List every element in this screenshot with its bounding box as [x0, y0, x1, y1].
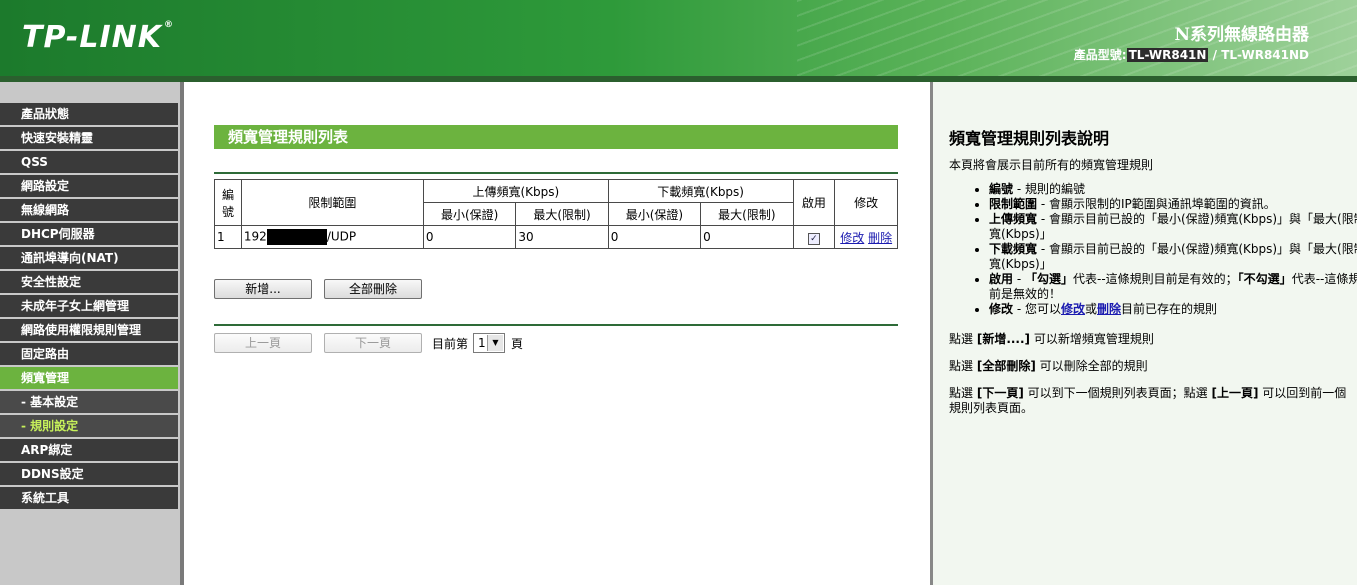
help-delete-all-note: 點選 [全部刪除] 可以刪除全部的規則 [949, 359, 1148, 373]
page-prefix-label: 目前第 [432, 337, 469, 351]
bottom-divider [214, 324, 898, 326]
cell-down-min: 0 [607, 225, 702, 249]
enable-checkbox[interactable]: ✓ [807, 232, 820, 245]
sidebar-item-arp-binding[interactable]: ARP綁定 [0, 439, 178, 461]
help-modify-link[interactable]: 修改 [1061, 302, 1085, 316]
col-header-down-min: 最小(保證) [607, 202, 702, 226]
next-page-button[interactable]: 下一頁 [324, 333, 422, 353]
cell-up-max: 30 [515, 225, 609, 249]
main-content: 頻寬管理規則列表 編號 限制範圍 上傳頻寬(Kbps) 下載頻寬(Kbps) 啟… [184, 82, 930, 585]
page-title: 頻寬管理規則列表 [214, 125, 898, 149]
page-select[interactable]: 1 ▼ [473, 333, 505, 353]
cell-down-max: 0 [700, 225, 794, 249]
table-row: 1 192/UDP 0 30 0 0 ✓ 修改 刪除 [214, 225, 898, 249]
col-header-upload: 上傳頻寬(Kbps) [422, 179, 609, 203]
col-header-download: 下載頻寬(Kbps) [607, 179, 794, 203]
help-intro: 本頁將會展示目前所有的頻寬管理規則 [949, 158, 1154, 172]
help-pager-note: 點選 [下一頁] 可以到下一個規則列表頁面；點選 [上一頁] 可以回到前一個規則… [949, 386, 1347, 415]
help-item-download: 下載頻寬 - 會顯示目前已設的「最小(保證)頻寬(Kbps)」與「最大(限制)頻… [989, 242, 1357, 272]
help-item-enable: 啟用 - 「勾選」代表--這條規則目前是有效的；「不勾選」代表--這條規則目前是… [989, 272, 1357, 302]
cell-modify: 修改 刪除 [834, 225, 898, 249]
help-panel: 頻寬管理規則列表說明 本頁將會展示目前所有的頻寬管理規則 編號 - 規則的編號 … [933, 82, 1357, 585]
sidebar-item-parental-control[interactable]: 未成年子女上網管理 [0, 295, 178, 317]
sidebar-item-bandwidth-control[interactable]: 頻寬管理 [0, 367, 178, 389]
prev-page-button[interactable]: 上一頁 [214, 333, 312, 353]
header-banner: TP-LINK ® N系列無線路由器 產品型號: TL-WR841N / TL-WR… [0, 0, 1357, 76]
sidebar-menu: 產品狀態 快速安裝精靈 QSS 網路設定 無線網路 DHCP伺服器 通訊埠導向(… [0, 103, 178, 511]
chevron-down-icon: ▼ [487, 335, 503, 351]
col-header-up-min: 最小(保證) [422, 202, 517, 226]
col-header-enable: 啟用 [792, 179, 836, 226]
help-item-upload: 上傳頻寬 - 會顯示目前已設的「最小(保證)頻寬(Kbps)」與「最大(限制)頻… [989, 212, 1357, 242]
sidebar-item-quick-setup[interactable]: 快速安裝精靈 [0, 127, 178, 149]
sidebar-item-dhcp[interactable]: DHCP伺服器 [0, 223, 178, 245]
cell-enable: ✓ [792, 225, 836, 249]
sidebar-item-basic-settings[interactable]: - 基本設定 [0, 391, 178, 413]
sidebar-item-rule-settings[interactable]: - 規則設定 [0, 415, 178, 437]
sidebar-item-qss[interactable]: QSS [0, 151, 178, 173]
help-add-note: 點選 [新增....] 可以新增頻寬管理規則 [949, 332, 1154, 346]
table-header-row: 編號 限制範圍 上傳頻寬(Kbps) 下載頻寬(Kbps) 啟用 修改 [214, 179, 898, 226]
sidebar-item-system-tools[interactable]: 系統工具 [0, 487, 178, 509]
sidebar-item-security[interactable]: 安全性設定 [0, 271, 178, 293]
col-header-modify: 修改 [834, 179, 898, 226]
delete-link[interactable]: 刪除 [868, 231, 892, 245]
col-header-up-max: 最大(限制) [515, 202, 609, 226]
help-item-range: 限制範圍 - 會顯示限制的IP範圍與通訊埠範圍的資訊。 [989, 197, 1357, 212]
help-item-no: 編號 - 規則的編號 [989, 182, 1357, 197]
sidebar-item-network[interactable]: 網路設定 [0, 175, 178, 197]
sidebar-item-access-control[interactable]: 網路使用權限規則管理 [0, 319, 178, 341]
sidebar-item-static-routing[interactable]: 固定路由 [0, 343, 178, 365]
help-item-modify: 修改 - 您可以修改或刪除目前已存在的規則 [989, 302, 1357, 317]
col-header-down-max: 最大(限制) [700, 202, 794, 226]
col-header-no: 編號 [214, 179, 242, 226]
top-divider [214, 172, 898, 174]
sidebar-item-wireless[interactable]: 無線網路 [0, 199, 178, 221]
page-suffix-label: 頁 [511, 337, 524, 351]
cell-no: 1 [214, 225, 242, 249]
sidebar-item-nat[interactable]: 通訊埠導向(NAT) [0, 247, 178, 269]
cell-range: 192/UDP [240, 225, 424, 249]
add-button[interactable]: 新增... [214, 279, 312, 299]
cell-up-min: 0 [422, 225, 517, 249]
help-list: 編號 - 規則的編號 限制範圍 - 會顯示限制的IP範圍與通訊埠範圍的資訊。 上… [949, 182, 1357, 317]
tp-link-logo: TP-LINK ® [22, 20, 175, 55]
col-header-range: 限制範圍 [240, 179, 424, 226]
sidebar-item-ddns[interactable]: DDNS設定 [0, 463, 178, 485]
redacted-block [266, 229, 327, 245]
rules-table: 編號 限制範圍 上傳頻寬(Kbps) 下載頻寬(Kbps) 啟用 修改 最小(保… [214, 179, 898, 249]
help-delete-link[interactable]: 刪除 [1097, 302, 1121, 316]
help-title: 頻寬管理規則列表說明 [949, 129, 1110, 148]
sidebar: 產品狀態 快速安裝精靈 QSS 網路設定 無線網路 DHCP伺服器 通訊埠導向(… [0, 82, 180, 585]
edit-link[interactable]: 修改 [840, 231, 864, 245]
product-model: 產品型號: TL-WR841N / TL-WR841ND [1073, 48, 1309, 62]
product-title: N系列無線路由器 [1174, 25, 1309, 45]
delete-all-button[interactable]: 全部刪除 [324, 279, 422, 299]
sidebar-item-status[interactable]: 產品狀態 [0, 103, 178, 125]
